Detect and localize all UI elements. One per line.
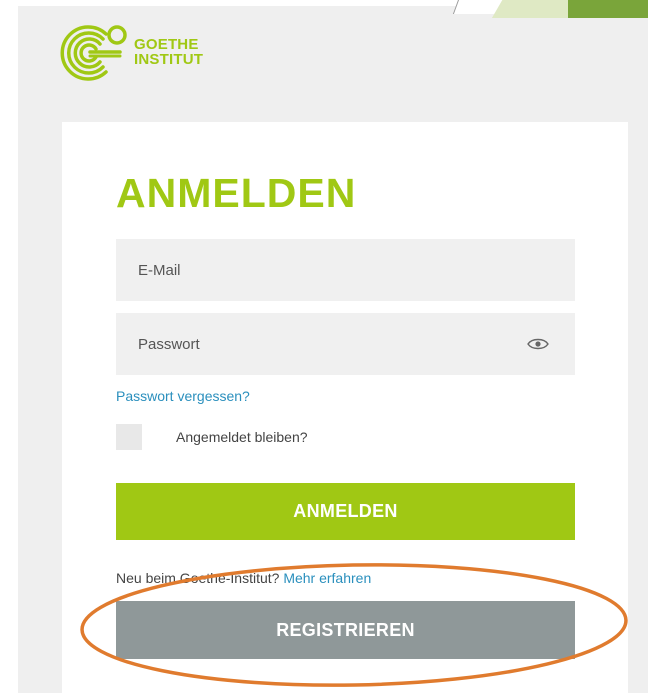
learn-more-link[interactable]: Mehr erfahren [283,570,371,586]
goethe-logo-icon [60,25,127,81]
corner-decoration [450,0,648,18]
logo-line-1: GOETHE [134,36,199,53]
goethe-logo[interactable]: GOETHE INSTITUT [60,22,203,82]
page-title: ANMELDEN [116,170,357,216]
eye-icon[interactable] [527,337,549,355]
password-placeholder: Passwort [138,335,200,353]
register-button[interactable]: REGISTRIEREN [116,601,575,659]
login-button[interactable]: ANMELDEN [116,483,575,540]
password-field[interactable]: Passwort [116,313,575,375]
logo-line-2: INSTITUT [134,51,204,68]
new-user-prompt: Neu beim Goethe-Institut? Mehr erfahren [116,570,371,586]
remember-checkbox[interactable] [116,424,142,450]
new-user-text: Neu beim Goethe-Institut? [116,570,280,586]
email-field[interactable]: E-Mail [116,239,575,301]
remember-label: Angemeldet bleiben? [176,429,308,445]
login-card: ANMELDEN E-Mail Passwort Passwort verges… [62,122,628,693]
email-placeholder: E-Mail [138,261,181,279]
remember-me[interactable]: Angemeldet bleiben? [116,424,308,450]
forgot-password-link[interactable]: Passwort vergessen? [116,388,250,404]
